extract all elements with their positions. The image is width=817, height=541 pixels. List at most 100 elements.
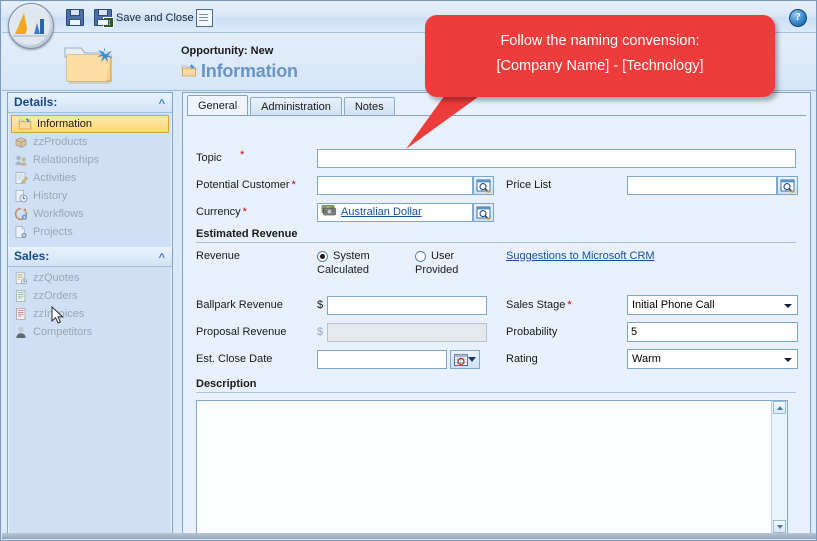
tab-administration[interactable]: Administration: [250, 97, 342, 116]
topic-label: Topic: [196, 152, 222, 164]
sidebar-item-history[interactable]: History: [8, 187, 172, 205]
sidebar-item-information[interactable]: Information: [11, 115, 169, 133]
potential-customer-label: Potential Customer: [196, 179, 290, 191]
nav-group-sales-title: Sales:: [14, 249, 50, 263]
revenue-option-user[interactable]: User Provided: [415, 250, 458, 276]
proposal-revenue-input: [327, 323, 487, 342]
box-icon: [14, 135, 28, 149]
lookup-search-icon[interactable]: [473, 203, 494, 222]
sidebar-item-label: zzQuotes: [33, 272, 80, 284]
calendar-picker-button[interactable]: [450, 350, 480, 369]
sidebar-item-label: History: [33, 190, 68, 202]
description-textarea-wrapper: [196, 400, 788, 534]
radio-user-provided[interactable]: [415, 250, 426, 262]
lookup-search-icon[interactable]: [473, 176, 494, 195]
currency-required-marker: *: [242, 206, 247, 218]
sidebar-item-zzinvoices[interactable]: zzInvoices: [8, 305, 172, 323]
history-clock-icon: [14, 189, 28, 203]
left-navigation: Details: ^ Information zzProducts Relati…: [7, 92, 173, 535]
currency-value-box[interactable]: Australian Dollar: [317, 203, 473, 222]
page-title: Information: [201, 61, 298, 81]
general-tab-panel: Topic * Potential Customer * Price List …: [188, 116, 806, 534]
tab-notes[interactable]: Notes: [343, 97, 395, 116]
price-list-input[interactable]: [627, 176, 777, 195]
radio-user-label-line1: User: [431, 250, 455, 262]
order-document-icon: [14, 289, 28, 303]
sidebar-item-zzquotes[interactable]: zzQuotes: [8, 269, 172, 287]
description-textarea[interactable]: [197, 401, 773, 533]
suggestions-to-crm-link[interactable]: Suggestions to Microsoft CRM: [506, 250, 655, 262]
potential-customer-field-row: Potential Customer *: [196, 179, 296, 191]
new-record-button[interactable]: [192, 2, 217, 33]
sidebar-item-label: zzProducts: [33, 136, 88, 148]
sidebar-item-zzorders[interactable]: zzOrders: [8, 287, 172, 305]
sidebar-item-activities[interactable]: Activities: [8, 169, 172, 187]
save-button[interactable]: [62, 2, 92, 33]
price-list-field-row: Price List: [506, 179, 551, 191]
invoice-document-icon: [14, 307, 28, 321]
close-x-badge: x: [103, 17, 114, 28]
sidebar-item-competitors[interactable]: Competitors: [8, 323, 172, 341]
scroll-down-arrow-icon[interactable]: [773, 520, 786, 533]
probability-field-row: Probability: [506, 326, 557, 338]
proposal-currency-symbol: $: [317, 326, 324, 338]
radio-system-label-line2: Calculated: [317, 264, 369, 276]
nav-group-details-title: Details:: [14, 95, 58, 109]
workflow-icon: [14, 207, 28, 221]
help-question-icon[interactable]: ?: [789, 9, 807, 27]
description-scrollbar[interactable]: [771, 401, 787, 533]
radio-system-calculated[interactable]: [317, 250, 328, 262]
probability-input[interactable]: [627, 322, 798, 342]
potential-customer-input[interactable]: [317, 176, 473, 195]
tab-general[interactable]: General: [187, 95, 249, 116]
rating-select[interactable]: Warm: [627, 349, 798, 369]
sidebar-item-relationships[interactable]: Relationships: [8, 151, 172, 169]
description-section-title: Description: [196, 378, 257, 390]
mouse-cursor: [51, 305, 65, 325]
section-divider: [196, 392, 796, 393]
currency-value-link[interactable]: Australian Dollar: [341, 204, 422, 221]
calendar-icon: [454, 354, 468, 369]
scroll-up-arrow-icon[interactable]: [773, 401, 786, 414]
chevron-down-icon: [784, 358, 792, 362]
nav-group-sales-list: zzQuotes zzOrders zzIn: [8, 267, 172, 345]
topic-input[interactable]: [317, 149, 796, 168]
rating-label: Rating: [506, 353, 538, 365]
rating-value: Warm: [632, 353, 661, 365]
activities-notepad-icon: [14, 171, 29, 185]
sidebar-item-zzproducts[interactable]: zzProducts: [8, 133, 172, 151]
save-and-close-button[interactable]: x Save and Close: [90, 2, 198, 33]
sidebar-item-label: Relationships: [33, 154, 100, 166]
callout-line-2: [Company Name] - [Technology]: [496, 58, 704, 74]
chevron-up-icon[interactable]: ^: [159, 249, 165, 268]
topic-field-row: Topic *: [196, 149, 314, 164]
callout-line-1: Follow the naming convension:: [500, 33, 700, 49]
sidebar-item-label: Competitors: [33, 326, 93, 338]
save-floppy-icon: [66, 9, 84, 26]
chevron-down-icon: [468, 357, 476, 362]
sales-stage-select[interactable]: Initial Phone Call: [627, 295, 798, 315]
dynamics-crm-logo-icon[interactable]: [8, 3, 54, 49]
nav-group-details-list: Information zzProducts Relationships Act…: [8, 113, 172, 245]
save-and-close-label: Save and Close: [116, 11, 194, 24]
competitor-person-icon: [14, 325, 28, 339]
sidebar-item-label: Information: [37, 118, 93, 130]
ballpark-currency-symbol: $: [317, 299, 324, 311]
revenue-option-system[interactable]: System Calculated: [317, 250, 370, 276]
window-bottom-bar: [2, 533, 816, 539]
new-record-icon: [196, 8, 213, 27]
proposal-revenue-field-row: Proposal Revenue: [196, 326, 287, 338]
sidebar-item-projects[interactable]: Projects: [8, 223, 172, 241]
lookup-search-icon[interactable]: [777, 176, 798, 195]
nav-group-sales-header[interactable]: Sales: ^: [8, 247, 172, 267]
callout-bubble: Follow the naming convension: [Company N…: [425, 15, 775, 97]
sales-stage-field-row: Sales Stage *: [506, 299, 572, 311]
revenue-label: Revenue: [196, 250, 241, 262]
opportunity-folder-icon: [181, 63, 197, 78]
ballpark-revenue-input[interactable]: [327, 296, 487, 315]
sidebar-item-workflows[interactable]: Workflows: [8, 205, 172, 223]
nav-group-details-header[interactable]: Details: ^: [8, 93, 172, 113]
probability-label: Probability: [506, 326, 558, 338]
chevron-up-icon[interactable]: ^: [159, 95, 165, 114]
est-close-date-input[interactable]: [317, 350, 447, 369]
